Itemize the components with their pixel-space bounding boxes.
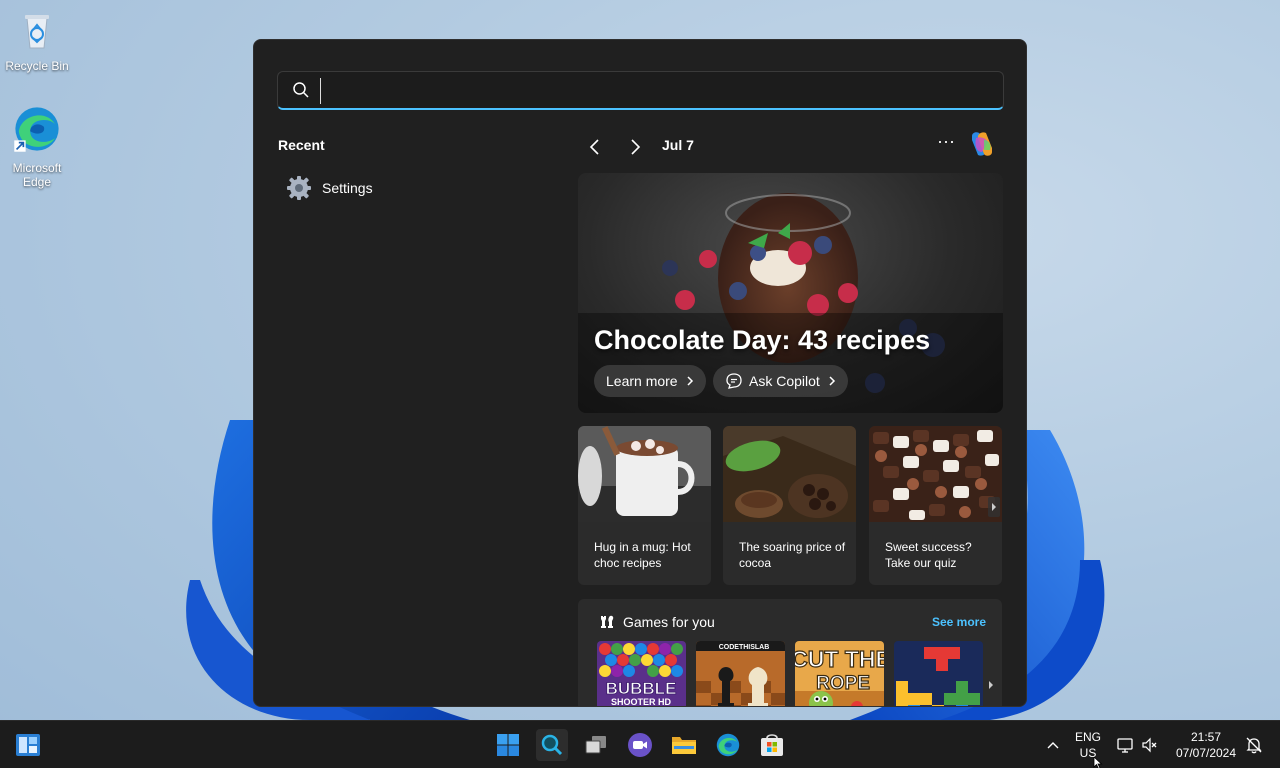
chess-pieces-icon — [601, 615, 614, 628]
svg-text:BUBBLE: BUBBLE — [606, 679, 677, 698]
chat-bubble-icon — [726, 373, 742, 389]
network-icon[interactable] — [1116, 736, 1134, 754]
store-icon — [761, 734, 783, 756]
next-button[interactable] — [623, 135, 647, 159]
widgets-button[interactable] — [12, 729, 44, 761]
gear-icon — [287, 176, 311, 200]
edge-taskbar-button[interactable] — [712, 729, 744, 761]
news-card-quiz[interactable]: Sweet success? Take our quiz — [869, 426, 1002, 585]
store-button[interactable] — [756, 729, 788, 761]
game-tile-blocks[interactable] — [894, 641, 983, 706]
cards-next-arrow-icon[interactable] — [988, 497, 1000, 517]
svg-text:ROPE: ROPE — [816, 673, 870, 694]
ask-copilot-button[interactable]: Ask Copilot — [713, 365, 848, 397]
previous-button[interactable] — [583, 135, 607, 159]
feed-date: Jul 7 — [662, 137, 694, 153]
cut-the-rope-art: CUT THE ROPE — [795, 641, 884, 706]
file-explorer-button[interactable] — [668, 729, 700, 761]
game-tile-bubble-shooter[interactable]: BUBBLE SHOOTER HD — [597, 641, 686, 707]
folder-icon — [672, 737, 696, 754]
task-view-button[interactable] — [580, 729, 612, 761]
chevron-right-icon — [687, 376, 693, 386]
chess-art: CODETHISLAB — [696, 641, 785, 706]
chevron-right-icon — [829, 376, 835, 386]
task-view-icon — [585, 736, 606, 754]
copilot-icon[interactable] — [966, 128, 998, 160]
game-tile-chess[interactable]: CODETHISLAB — [696, 641, 785, 706]
desktop-icon-edge[interactable]: Microsoft Edge — [1, 104, 73, 189]
svg-text:CODETHISLAB: CODETHISLAB — [719, 644, 770, 651]
svg-text:SHOOTER HD: SHOOTER HD — [611, 697, 672, 707]
hot-chocolate-image — [578, 426, 711, 522]
recent-item-label: Settings — [322, 180, 373, 196]
news-card-cocoa-price[interactable]: The soaring price of cocoa — [723, 426, 856, 585]
hero-title: Chocolate Day: 43 recipes — [594, 325, 931, 355]
search-panel: Recent Settings Jul 7 ··· Chocolate Day:… — [253, 39, 1027, 707]
start-button[interactable] — [492, 729, 524, 761]
search-input[interactable] — [320, 78, 980, 104]
edge-icon — [716, 733, 740, 757]
cocoa-beans-image — [723, 426, 856, 522]
clock[interactable]: 21:57 07/07/2024 — [1170, 729, 1242, 761]
taskbar: ENG US 21:57 07/07/2024 — [0, 720, 1280, 768]
video-call-icon — [628, 733, 652, 757]
search-taskbar-button[interactable] — [536, 729, 568, 761]
mouse-cursor-icon — [1093, 757, 1103, 768]
game-tile-cut-the-rope[interactable]: CUT THE ROPE — [795, 641, 884, 706]
meet-button[interactable] — [624, 729, 656, 761]
hero-card[interactable]: Chocolate Day: 43 recipes Learn more Ask… — [578, 173, 1003, 413]
volume-muted-icon[interactable] — [1141, 736, 1159, 754]
search-box[interactable] — [277, 71, 1004, 110]
news-card-hot-choc[interactable]: Hug in a mug: Hot choc recipes — [578, 426, 711, 585]
games-heading: Games for you — [623, 614, 715, 630]
search-icon — [293, 82, 309, 98]
windows-logo-icon — [497, 734, 519, 756]
games-next-arrow-icon[interactable] — [986, 677, 996, 693]
recycle-bin-icon — [25, 15, 49, 49]
chevron-up-icon[interactable] — [1045, 739, 1061, 751]
recent-heading: Recent — [278, 137, 325, 153]
bubble-shooter-art: BUBBLE SHOOTER HD — [597, 641, 686, 707]
svg-text:CUT THE: CUT THE — [795, 646, 884, 672]
learn-more-button[interactable]: Learn more — [594, 365, 706, 397]
widgets-icon — [16, 734, 40, 756]
more-options-button[interactable]: ··· — [934, 132, 958, 156]
games-section: Games for you See more BUBBLE SHOOTER HD — [578, 599, 1002, 707]
recent-item-settings[interactable]: Settings — [286, 174, 516, 202]
search-icon — [541, 734, 563, 756]
chocolates-image — [869, 426, 1002, 522]
edge-icon — [14, 107, 59, 152]
desktop-icon-recycle-bin[interactable]: Recycle Bin — [1, 8, 73, 73]
block-puzzle-art — [894, 641, 983, 706]
see-more-link[interactable]: See more — [932, 615, 986, 629]
notifications-icon[interactable] — [1245, 736, 1263, 754]
